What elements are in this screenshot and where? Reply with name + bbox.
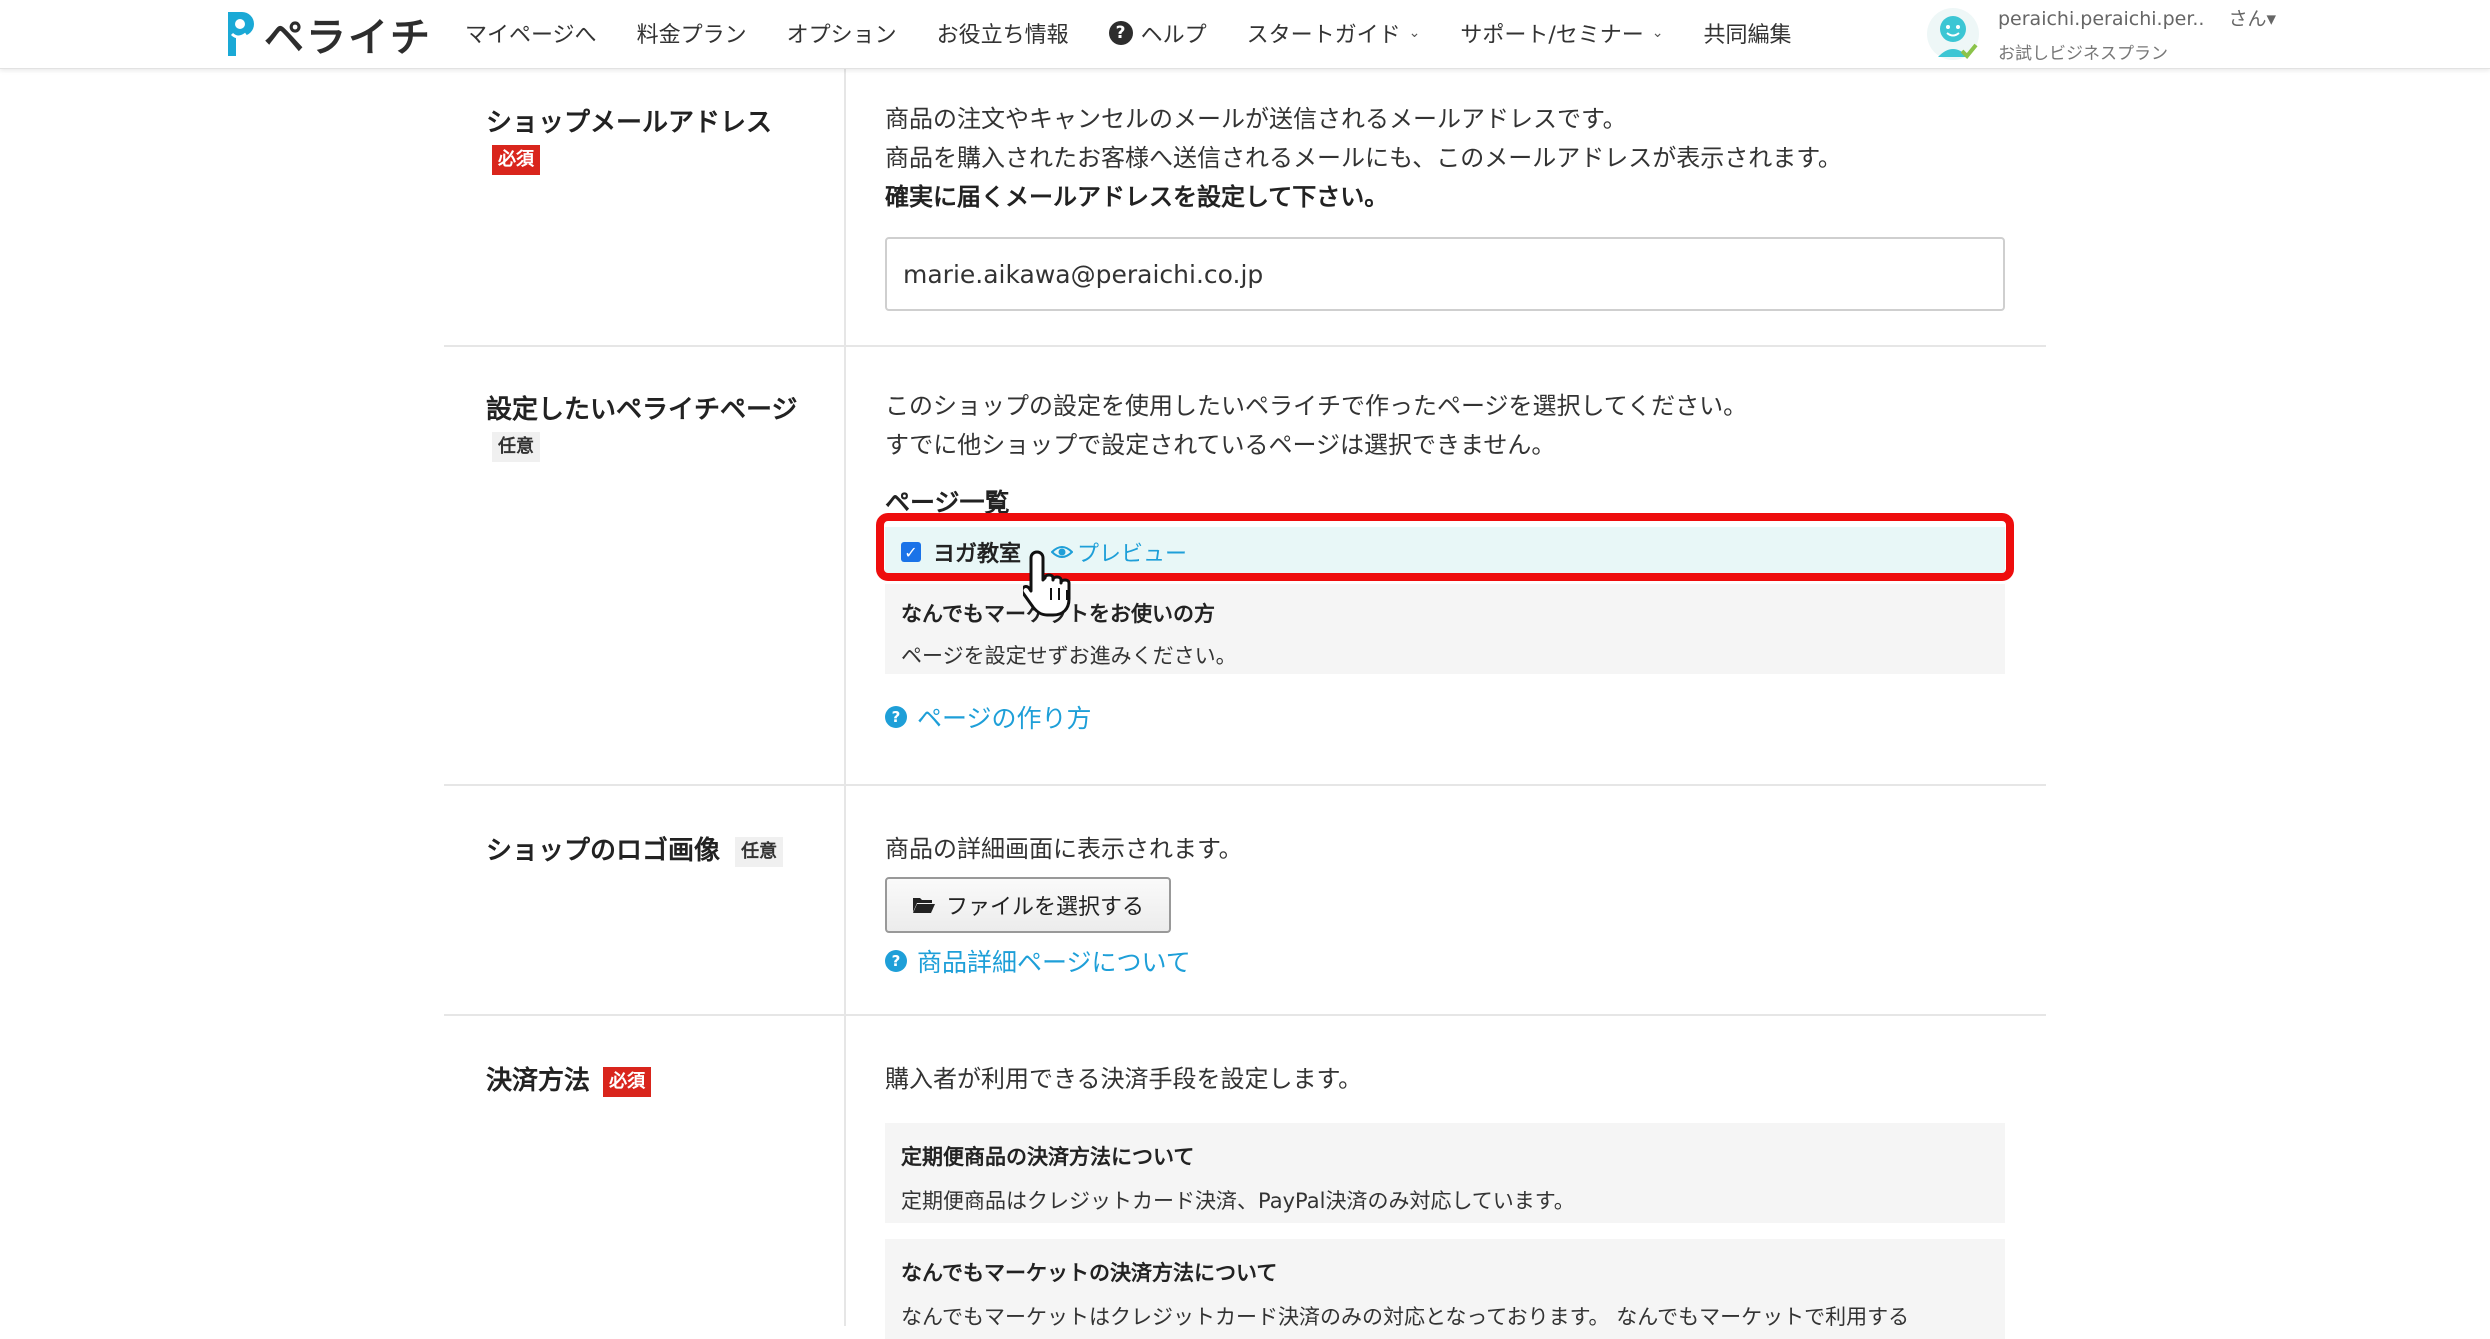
nav-support-seminar-label: サポート/セミナー bbox=[1460, 23, 1644, 48]
product-detail-page-link[interactable]: ? 商品詳細ページについて bbox=[885, 943, 2005, 979]
nav-pricing-label: 料金プラン bbox=[636, 23, 747, 48]
peraichi-logo[interactable]: ペライチ bbox=[220, 8, 432, 61]
select-file-button[interactable]: ファイルを選択する bbox=[885, 877, 1171, 933]
nav-co-editing-label: 共同編集 bbox=[1703, 23, 1792, 48]
optional-badge: 任意 bbox=[492, 432, 540, 462]
page-checkbox[interactable]: ✓ bbox=[901, 542, 921, 562]
shop-logo-label: ショップのロゴ画像 任意 bbox=[486, 830, 784, 867]
page-name: ヨガ教室 bbox=[933, 542, 1022, 567]
payment-method-desc: 購入者が利用できる決済手段を設定します。 bbox=[885, 1065, 1363, 1093]
user-plan: お試しビジネスプラン bbox=[1998, 44, 2168, 64]
subscription-payment-note: 定期便商品の決済方法について 定期便商品はクレジットカード決済、PayPal決済… bbox=[885, 1123, 2005, 1223]
nav-options[interactable]: オプション bbox=[787, 17, 897, 49]
question-circle-icon: ? bbox=[1108, 21, 1133, 45]
how-to-make-page-label: ページの作り方 bbox=[917, 704, 1092, 733]
subscription-payment-note-body: 定期便商品はクレジットカード決済、PayPal決済のみ対応しています。 bbox=[901, 1189, 1575, 1213]
top-navbar: ペライチ マイページへ 料金プラン オプション お役立ち情報 ? ヘルプ スター… bbox=[0, 0, 2490, 69]
shop-email-row: ショップメールアドレス 必須 商品の注文やキャンセルのメールが送信されるメールア… bbox=[444, 68, 2046, 347]
peraichi-page-label: 設定したいペライチページ bbox=[486, 395, 798, 425]
peraichi-page-row: 設定したいペライチページ 任意 このショップの設定を使用したいペライチで作ったペ… bbox=[444, 347, 2046, 786]
shop-email-desc-strong: 確実に届くメールアドレスを設定して下さい。 bbox=[885, 183, 1389, 211]
nav-help-label: ヘルプ bbox=[1140, 23, 1207, 48]
shop-logo-desc: 商品の詳細画面に表示されます。 bbox=[885, 835, 1243, 863]
market-payment-note: なんでもマーケットの決済方法について なんでもマーケットはクレジットカード決済の… bbox=[885, 1239, 2005, 1339]
nav-options-label: オプション bbox=[786, 23, 897, 48]
nav-mypage-label: マイページへ bbox=[465, 23, 597, 48]
shop-settings-form: ショップメールアドレス 必須 商品の注文やキャンセルのメールが送信されるメールア… bbox=[444, 68, 2046, 1339]
nav-useful-info-label: お役立ち情報 bbox=[936, 23, 1069, 48]
nav-start-guide[interactable]: スタートガイド ⌄ bbox=[1247, 17, 1421, 49]
peraichi-page-desc-1: このショップの設定を使用したいペライチで作ったページを選択してください。 bbox=[885, 392, 1748, 420]
nav-support-seminar[interactable]: サポート/セミナー ⌄ bbox=[1460, 17, 1663, 49]
payment-method-label: 決済方法 必須 bbox=[486, 1060, 652, 1097]
payment-method-row: 決済方法 必須 購入者が利用できる決済手段を設定します。 定期便商品の決済方法に… bbox=[444, 1016, 2046, 1339]
question-circle-icon: ? bbox=[885, 706, 907, 728]
user-name: peraichi.peraichi.per.. bbox=[1998, 8, 2205, 30]
nav-useful-info[interactable]: お役立ち情報 bbox=[937, 17, 1069, 49]
hand-cursor-icon bbox=[1023, 550, 1071, 617]
required-badge: 必須 bbox=[492, 145, 540, 175]
question-circle-icon: ? bbox=[885, 950, 907, 972]
shop-email-label: ショップメールアドレス bbox=[486, 108, 773, 138]
avatar bbox=[1927, 8, 1979, 60]
shop-logo-label-text: ショップのロゴ画像 bbox=[486, 836, 721, 866]
shop-logo-row: ショップのロゴ画像 任意 商品の詳細画面に表示されます。 ファイルを選択する ?… bbox=[444, 786, 2046, 1016]
market-payment-note-title: なんでもマーケットの決済方法について bbox=[901, 1261, 1278, 1285]
nav-co-editing[interactable]: 共同編集 bbox=[1704, 17, 1792, 49]
market-payment-note-body: なんでもマーケットはクレジットカード決済のみの対応となっております。 なんでもマ… bbox=[901, 1305, 1910, 1329]
shop-email-input[interactable] bbox=[885, 237, 2005, 311]
preview-label: プレビュー bbox=[1077, 542, 1188, 567]
shop-email-desc-1: 商品の注文やキャンセルのメールが送信されるメールアドレスです。 bbox=[885, 105, 1627, 133]
user-suffix: さん▾ bbox=[2228, 8, 2277, 30]
select-file-label: ファイルを選択する bbox=[945, 895, 1144, 920]
payment-method-label-text: 決済方法 bbox=[486, 1066, 591, 1096]
shop-email-desc-2: 商品を購入されたお客様へ送信されるメールにも、このメールアドレスが表示されます。 bbox=[885, 144, 1842, 172]
main-nav: マイページへ 料金プラン オプション お役立ち情報 ? ヘルプ スタートガイド … bbox=[465, 0, 1832, 66]
subscription-payment-note-title: 定期便商品の決済方法について bbox=[901, 1145, 1195, 1169]
optional-badge: 任意 bbox=[735, 837, 784, 867]
nav-help[interactable]: ? ヘルプ bbox=[1108, 17, 1207, 49]
chevron-down-icon: ⌄ bbox=[1651, 25, 1664, 41]
peraichi-page-desc-2: すでに他ショップで設定されているページは選択できません。 bbox=[885, 431, 1556, 459]
logo-text: ペライチ bbox=[264, 15, 432, 61]
page-list-title: ページ一覧 bbox=[885, 488, 1010, 517]
required-badge: 必須 bbox=[603, 1067, 652, 1097]
folder-open-icon bbox=[912, 898, 935, 913]
logo-p-icon bbox=[228, 12, 254, 56]
market-note-body: ページを設定せずお進みください。 bbox=[901, 644, 1237, 668]
user-menu[interactable]: peraichi.peraichi.per.. さん▾ お試しビジネスプラン bbox=[1926, 4, 2276, 64]
nav-pricing[interactable]: 料金プラン bbox=[637, 17, 747, 49]
nav-mypage[interactable]: マイページへ bbox=[465, 17, 597, 49]
chevron-down-icon: ⌄ bbox=[1408, 25, 1421, 41]
how-to-make-page-link[interactable]: ? ページの作り方 bbox=[885, 699, 1092, 735]
product-detail-page-label: 商品詳細ページについて bbox=[917, 948, 1191, 977]
nav-start-guide-label: スタートガイド bbox=[1246, 23, 1401, 48]
